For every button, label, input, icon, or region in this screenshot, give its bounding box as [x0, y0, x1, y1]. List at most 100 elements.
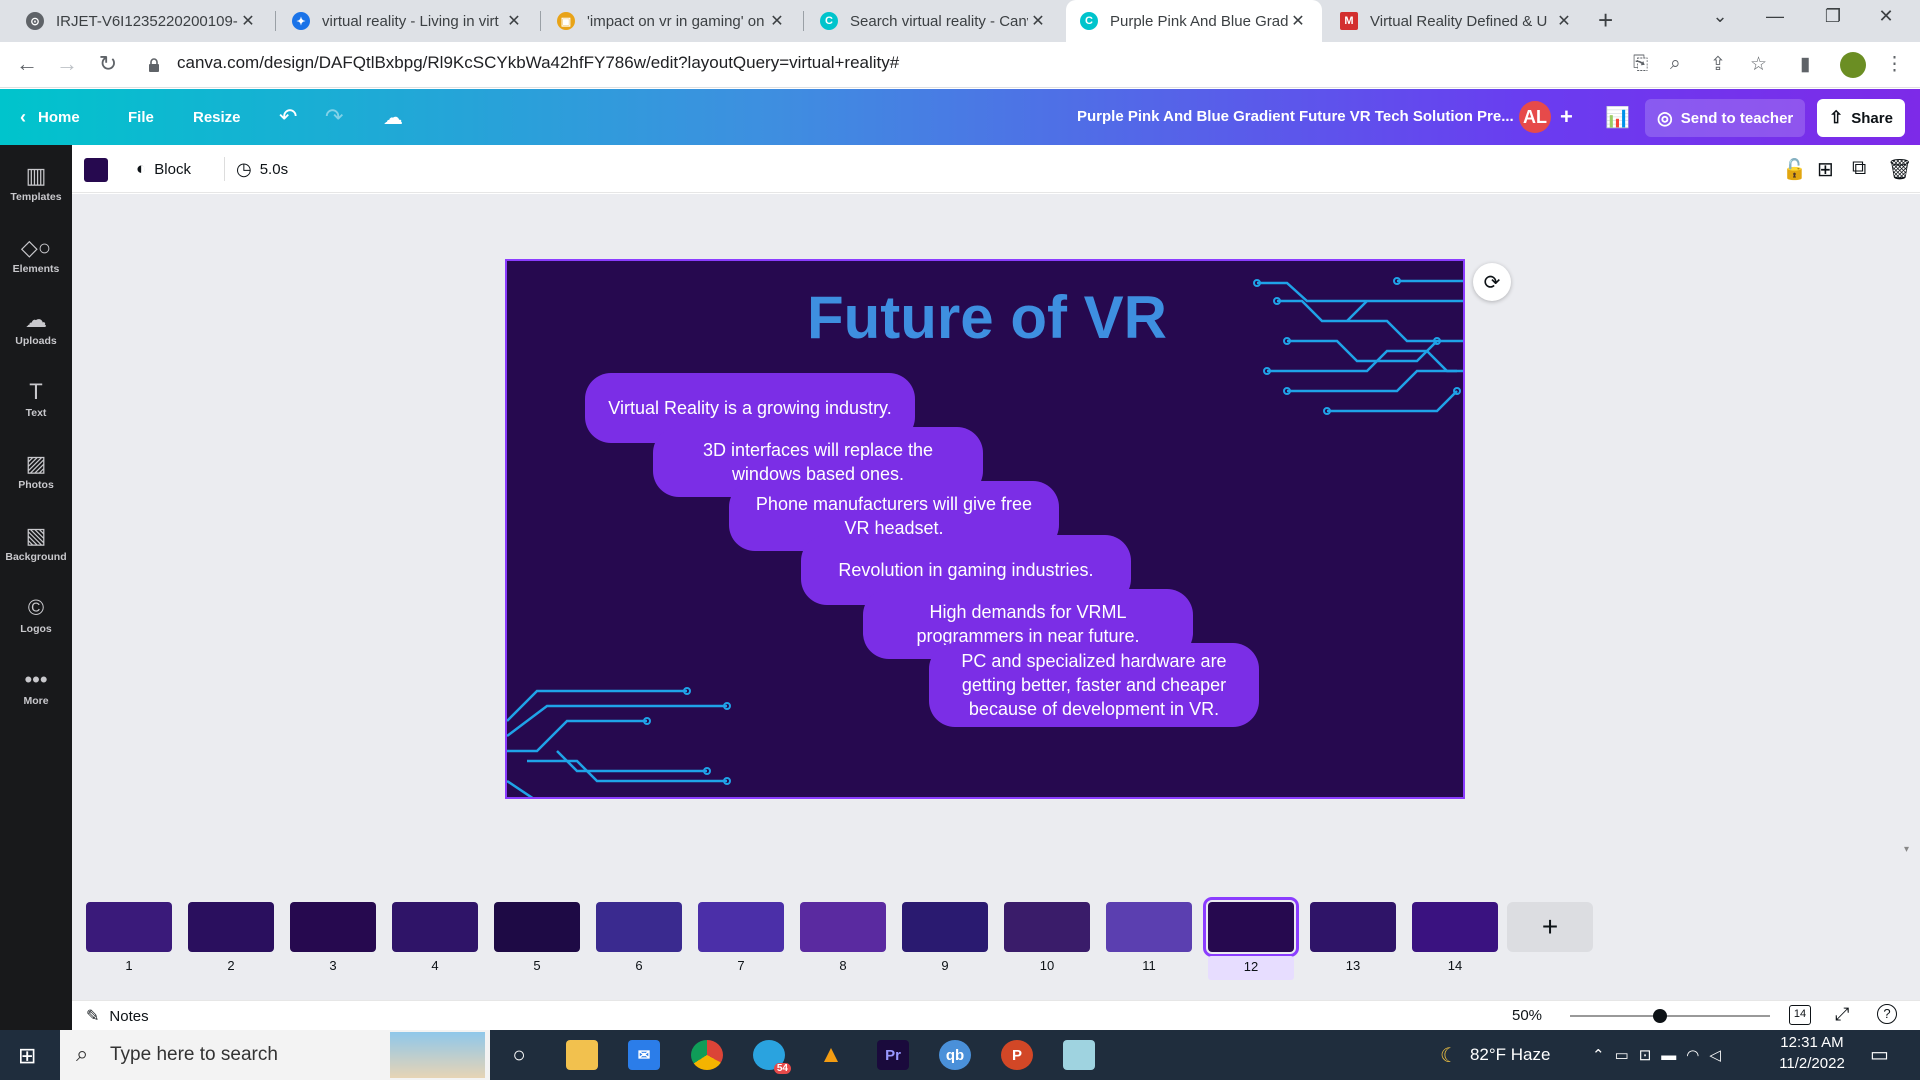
timing-button[interactable]: ◷ 5.0s — [236, 159, 288, 180]
app-icon[interactable] — [1063, 1040, 1095, 1070]
zoom-slider-knob[interactable] — [1653, 1009, 1667, 1023]
url-input[interactable]: canva.com/design/DAFQtlBxbpg/Rl9KcSCYkbW… — [177, 53, 899, 73]
sidebar-item-more[interactable]: ••• More — [0, 667, 72, 707]
add-page-icon[interactable]: ⊞ — [1817, 157, 1834, 182]
page-thumbnail[interactable] — [1412, 902, 1498, 952]
reload-icon[interactable]: ↻ — [93, 51, 123, 77]
page-thumbnail[interactable] — [1203, 897, 1299, 957]
analytics-icon[interactable]: 📊 — [1605, 89, 1630, 145]
sidebar-item-logos[interactable]: © Logos — [0, 595, 72, 635]
cloud-saved-icon[interactable]: ☁ — [383, 89, 403, 145]
notifications-icon[interactable]: ▭ — [1870, 1042, 1889, 1067]
animate-block-button[interactable]: ◐ Block — [136, 159, 191, 179]
delete-page-icon[interactable]: 🗑 — [1887, 157, 1912, 182]
browser-tab-active[interactable]: C Purple Pink And Blue Gradi ✕ — [1066, 0, 1322, 42]
task-view-icon[interactable]: ○ — [503, 1040, 535, 1070]
vertical-scrollbar[interactable]: ▾ — [1898, 194, 1920, 878]
browser-menu-icon[interactable]: ⋮ — [1885, 53, 1904, 76]
page-grid-view-button[interactable]: 14 — [1789, 1005, 1811, 1025]
undo-icon[interactable]: ↶ — [279, 89, 297, 145]
close-icon[interactable]: ✕ — [504, 11, 524, 31]
page-thumbnail[interactable] — [1310, 902, 1396, 952]
close-icon[interactable]: ✕ — [767, 11, 787, 31]
page-thumbnail[interactable] — [596, 902, 682, 952]
sidebar-item-photos[interactable]: ▨ Photos — [0, 451, 72, 491]
side-panel-icon[interactable]: ▮ — [1800, 53, 1810, 76]
clock[interactable]: 12:31 AM 11/2/2022 — [1762, 1034, 1862, 1072]
close-icon[interactable]: ✕ — [1028, 11, 1048, 31]
maximize-button[interactable]: ❐ — [1813, 6, 1853, 27]
back-arrow-icon[interactable]: ← — [12, 51, 42, 77]
telegram-icon[interactable]: 54 — [753, 1040, 791, 1074]
redo-icon[interactable]: ↷ — [325, 89, 343, 145]
premiere-icon[interactable]: Pr — [877, 1040, 909, 1070]
slide-canvas[interactable]: Future of VR Virtual Reality is a growin… — [505, 259, 1465, 799]
chrome-icon[interactable] — [691, 1040, 723, 1070]
zoom-slider[interactable] — [1570, 1009, 1770, 1023]
browser-tab[interactable]: ▣ 'impact on vr in gaming' on ✕ — [543, 0, 801, 42]
close-icon[interactable]: ✕ — [1288, 11, 1308, 31]
windows-start-icon[interactable]: ⊞ — [18, 1043, 36, 1069]
page-thumbnail[interactable] — [290, 902, 376, 952]
page-thumbnail[interactable] — [1004, 902, 1090, 952]
powerpoint-icon[interactable]: P — [1001, 1040, 1033, 1070]
duplicate-page-icon[interactable]: ⧉ — [1852, 157, 1866, 180]
sidebar-item-text[interactable]: T Text — [0, 379, 72, 419]
lock-icon[interactable] — [148, 58, 160, 72]
send-to-teacher-button[interactable]: ◎ Send to teacher — [1645, 99, 1806, 137]
sidebar-item-background[interactable]: ▧ Background — [0, 523, 72, 563]
page-thumbnail[interactable] — [1106, 902, 1192, 952]
circuit-lines-decoration — [507, 687, 731, 797]
clipboard-icon[interactable]: ⎘ — [1633, 53, 1648, 75]
tab-search-chevron-icon[interactable]: ⌄ — [1700, 6, 1740, 27]
new-tab-button[interactable]: + — [1598, 5, 1613, 36]
page-thumbnail[interactable] — [698, 902, 784, 952]
forward-arrow-icon[interactable]: → — [52, 51, 82, 77]
weather-widget[interactable]: ☾ 82°F Haze — [1440, 1030, 1550, 1080]
bookmark-star-icon[interactable]: ☆ — [1750, 53, 1767, 76]
notes-button[interactable]: ✎ Notes — [86, 1006, 149, 1026]
avatar[interactable]: AL — [1519, 101, 1551, 133]
help-icon[interactable]: ? — [1877, 1004, 1897, 1024]
resize-button[interactable]: Resize — [193, 89, 241, 145]
page-thumbnail[interactable] — [902, 902, 988, 952]
fullscreen-icon[interactable]: ⤢ — [1835, 1004, 1849, 1025]
slide-title[interactable]: Future of VR — [507, 283, 1463, 352]
page-thumbnail[interactable] — [800, 902, 886, 952]
page-thumbnail[interactable] — [392, 902, 478, 952]
file-explorer-icon[interactable] — [566, 1040, 598, 1070]
vlc-icon[interactable]: ▲ — [815, 1040, 847, 1070]
slide-point[interactable]: PC and specialized hardware are getting … — [929, 643, 1259, 727]
qbittorrent-icon[interactable]: qb — [939, 1040, 971, 1070]
add-collaborator-icon[interactable]: + — [1560, 89, 1573, 145]
profile-avatar[interactable] — [1840, 52, 1866, 78]
sidebar-item-elements[interactable]: ◇○ Elements — [0, 235, 72, 275]
share-page-icon[interactable]: ⇪ — [1710, 53, 1726, 76]
sidebar-item-uploads[interactable]: ☁ Uploads — [0, 307, 72, 347]
system-tray-icons[interactable]: ⌃▭⊡▬◠◁ — [1592, 1030, 1731, 1080]
zoom-icon[interactable]: ⌕ — [1670, 53, 1681, 75]
add-page-button[interactable]: + — [1507, 902, 1593, 952]
taskbar-search-box[interactable]: ⌕ Type here to search — [60, 1030, 490, 1080]
page-thumbnail[interactable] — [494, 902, 580, 952]
sidebar-item-templates[interactable]: ▥ Templates — [0, 163, 72, 203]
browser-tab[interactable]: C Search virtual reality - Canv ✕ — [806, 0, 1062, 42]
share-button[interactable]: ⇧ Share — [1817, 99, 1905, 137]
browser-tab[interactable]: ✦ virtual reality - Living in virt ✕ — [278, 0, 538, 42]
background-color-swatch[interactable] — [84, 158, 108, 182]
file-menu-button[interactable]: File — [128, 89, 154, 145]
close-icon[interactable]: ✕ — [238, 11, 258, 31]
lock-page-icon[interactable]: 🔓 — [1782, 157, 1807, 182]
zoom-percentage[interactable]: 50% — [1512, 1007, 1542, 1024]
page-thumbnail[interactable] — [188, 902, 274, 952]
browser-tab[interactable]: M Virtual Reality Defined & U ✕ — [1326, 0, 1588, 42]
close-icon[interactable]: ✕ — [1554, 11, 1574, 31]
window-close-button[interactable]: ✕ — [1866, 6, 1906, 27]
home-button[interactable]: ‹ Home — [20, 89, 80, 145]
refresh-suggestions-icon[interactable]: ⟳ — [1473, 263, 1511, 301]
document-title[interactable]: Purple Pink And Blue Gradient Future VR … — [1077, 108, 1514, 125]
browser-tab[interactable]: ⊙ IRJET-V6I1235220200109-2 ✕ — [12, 0, 272, 42]
page-thumbnail[interactable] — [86, 902, 172, 952]
minimize-button[interactable]: — — [1755, 6, 1795, 27]
mail-icon[interactable]: ✉ — [628, 1040, 660, 1070]
